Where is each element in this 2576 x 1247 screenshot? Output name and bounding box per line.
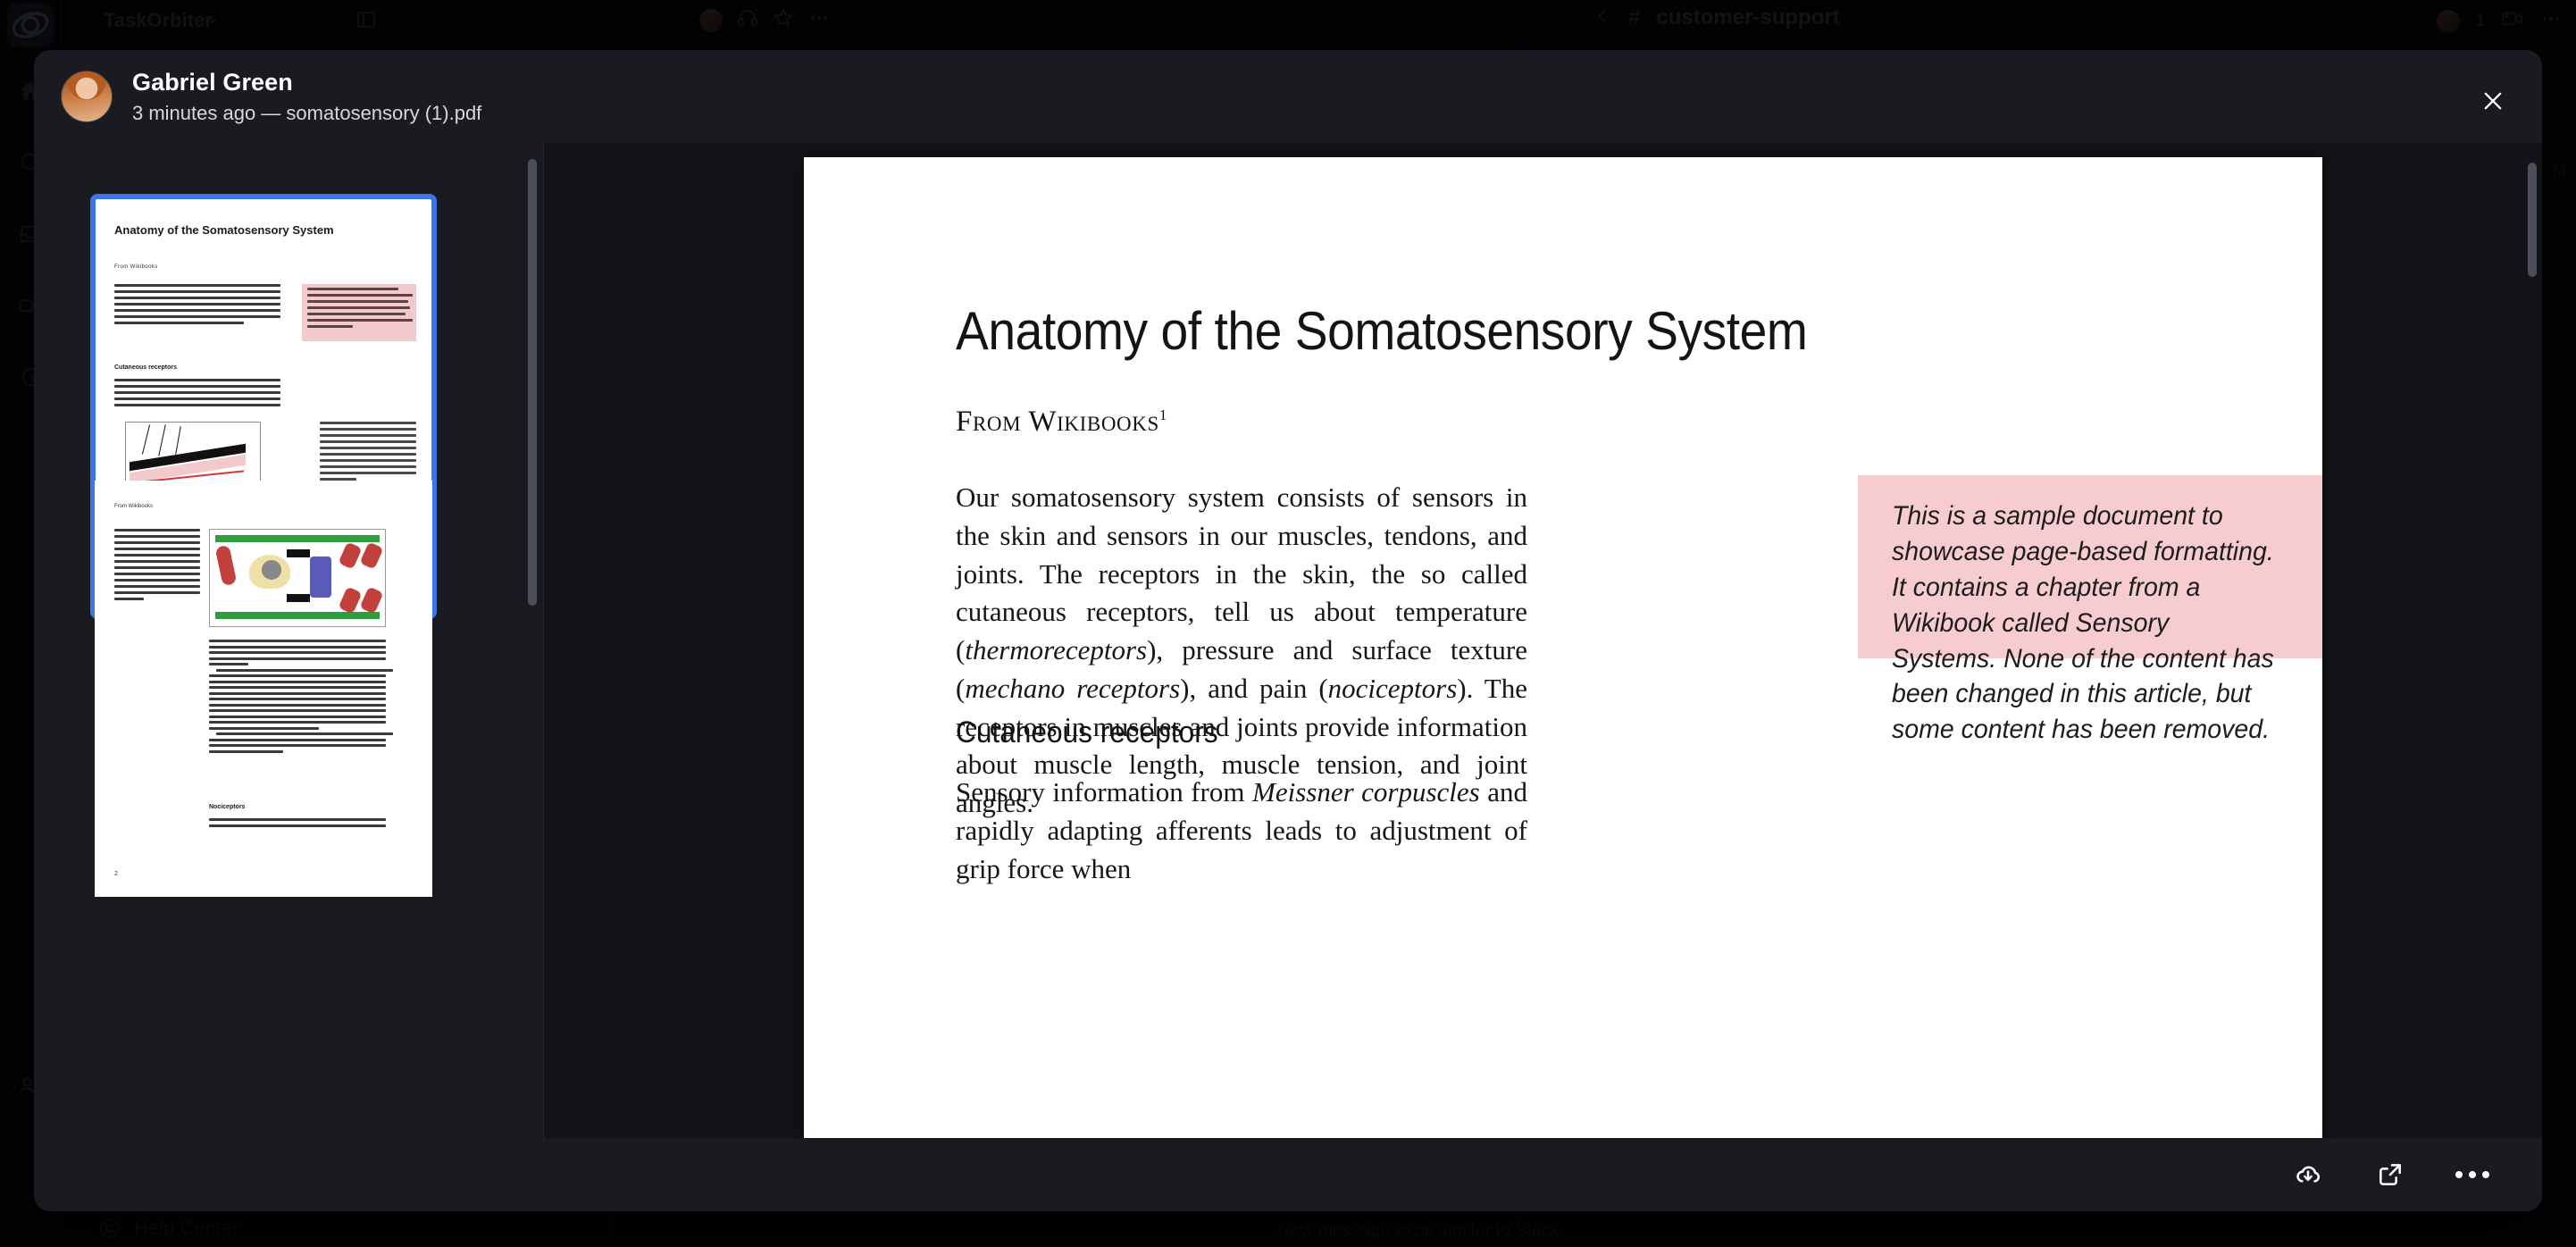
document-byline: From Wikibooks1: [956, 406, 1167, 438]
document-callout-text: This is a sample document to showcase pa…: [1892, 501, 2274, 745]
thumb-paragraph-lines: [114, 284, 280, 328]
page-thumbnail-pane[interactable]: Anatomy of the Somatosensory System From…: [34, 143, 543, 1138]
document-paragraph-2: Sensory information from Meissner corpus…: [956, 776, 1527, 884]
close-button[interactable]: [2469, 77, 2517, 125]
document-title: Anatomy of the Somatosensory System: [956, 301, 1808, 361]
cloud-download-icon: [2296, 1166, 2321, 1183]
document-viewer[interactable]: Anatomy of the Somatosensory System From…: [543, 143, 2542, 1138]
pdf-page-1: Anatomy of the Somatosensory System From…: [804, 157, 2322, 1138]
thumbnail-scrollbar[interactable]: [528, 159, 537, 606]
thumb2-page-number: 2: [114, 871, 118, 877]
modal-footer-toolbar: [34, 1138, 2542, 1211]
thumb-section-heading: Cutaneous receptors: [114, 364, 178, 371]
thumb2-figure-caption: [114, 529, 200, 604]
close-icon: [2484, 92, 2502, 110]
document-scrollbar[interactable]: [2528, 163, 2537, 277]
document-callout: This is a sample document to showcase pa…: [1858, 475, 2322, 744]
thumb2-section-heading: Nociceptors: [209, 804, 246, 810]
thumb2-byline: From Wikibooks: [114, 504, 154, 509]
more-options-button[interactable]: [2451, 1153, 2494, 1196]
thumbnail-page-render: From Wikibooks Nociceptors 2: [95, 481, 432, 897]
modal-body: Anatomy of the Somatosensory System From…: [34, 143, 2542, 1138]
thumb-title: Anatomy of the Somatosensory System: [114, 223, 334, 237]
file-meta: 3 minutes ago — somatosensory (1).pdf: [132, 102, 482, 124]
thumb-byline: From Wikibooks: [114, 264, 158, 270]
download-button[interactable]: [2287, 1153, 2329, 1196]
document-section-heading: Cutaneous receptors: [956, 716, 1218, 749]
thumb-figure-caption: [320, 422, 416, 484]
thumb2-figure-spindle: [209, 529, 386, 627]
thumb2-body2-lines: [209, 818, 386, 830]
external-link-icon: [2379, 1164, 2401, 1185]
sender-info: Gabriel Green 3 minutes ago — somatosens…: [132, 68, 481, 126]
thumb-paragraph2-lines: [114, 379, 280, 410]
page-thumbnail-2[interactable]: From Wikibooks Nociceptors 2: [95, 481, 432, 897]
open-external-button[interactable]: [2369, 1153, 2412, 1196]
modal-header: Gabriel Green 3 minutes ago — somatosens…: [34, 50, 2542, 143]
document-paragraph-1: Our somatosensory system consists of sen…: [956, 481, 1527, 819]
sender-name: Gabriel Green: [132, 68, 293, 96]
ellipsis-icon: [2455, 1171, 2489, 1178]
sender-avatar: [61, 71, 113, 122]
thumb-callout: [302, 284, 416, 341]
file-preview-modal: Gabriel Green 3 minutes ago — somatosens…: [34, 50, 2542, 1211]
thumb2-body-lines: [209, 640, 393, 756]
